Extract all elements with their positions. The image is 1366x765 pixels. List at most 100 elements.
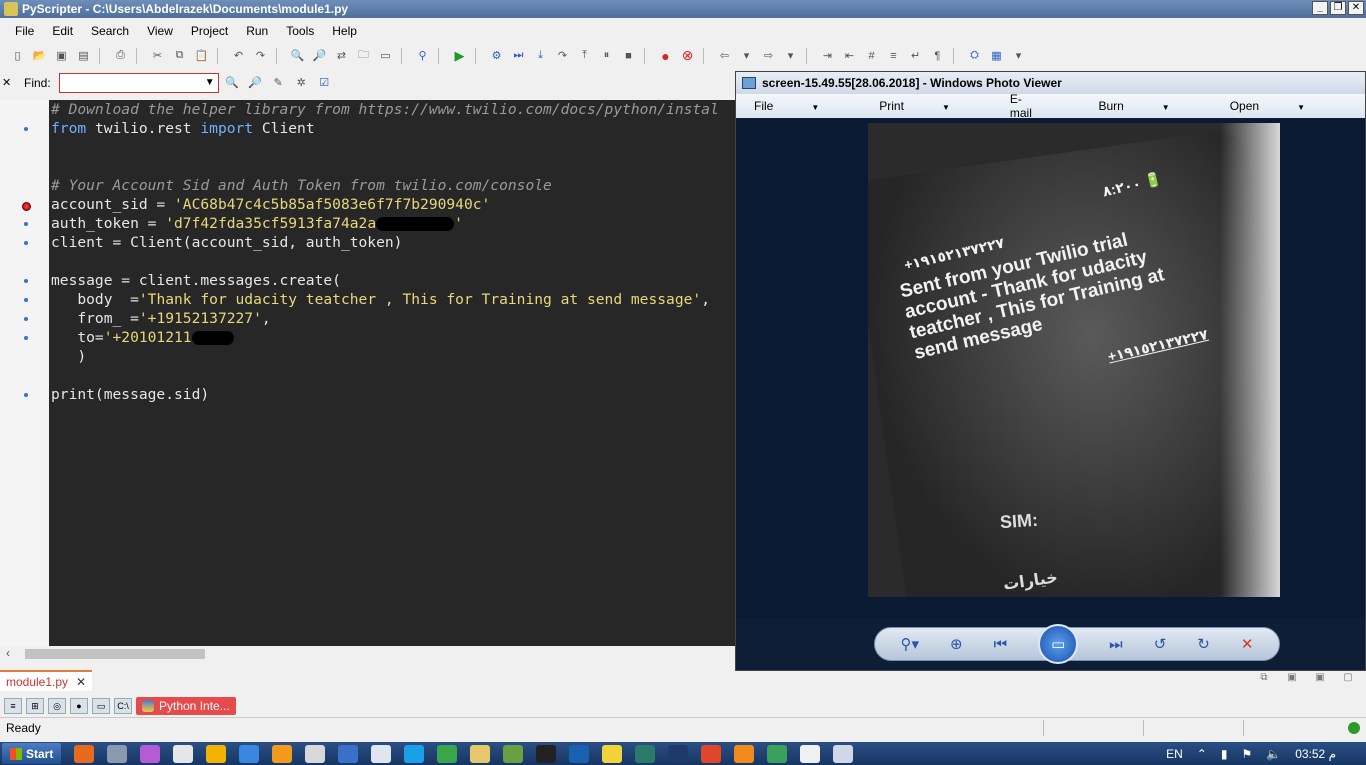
viewer-menu-burn[interactable]: Burn ▼ bbox=[1098, 99, 1199, 113]
forward-icon[interactable]: ⇨ bbox=[759, 47, 778, 65]
start-button[interactable]: Start bbox=[2, 743, 62, 764]
app-icon[interactable] bbox=[239, 744, 260, 763]
app-icon[interactable] bbox=[767, 744, 788, 763]
step-into-icon[interactable]: ⤓ bbox=[531, 47, 550, 65]
app-icon[interactable] bbox=[272, 744, 293, 763]
debug-icon[interactable]: ⚙ bbox=[487, 47, 506, 65]
variables-icon[interactable]: ⊞ bbox=[26, 698, 44, 714]
find-next-icon[interactable]: 🔎 bbox=[310, 47, 329, 65]
previous-icon[interactable]: ⏮ bbox=[994, 636, 1008, 653]
toggle-breakpoint-icon[interactable]: ● bbox=[656, 47, 675, 65]
app-icon[interactable] bbox=[206, 744, 227, 763]
output-icon[interactable]: ▭ bbox=[92, 698, 110, 714]
step-over-icon[interactable]: ↷ bbox=[553, 47, 572, 65]
app-icon[interactable] bbox=[107, 744, 128, 763]
photoshop-icon[interactable] bbox=[668, 744, 689, 763]
highlight-icon[interactable]: ✎ bbox=[269, 74, 288, 92]
help-icon[interactable]: ⚲ bbox=[413, 47, 432, 65]
special-chars-icon[interactable]: ¶ bbox=[928, 47, 947, 65]
dock-icon[interactable]: ▣ bbox=[1310, 672, 1330, 688]
rotate-right-icon[interactable]: ↻ bbox=[1197, 635, 1210, 653]
paste-icon[interactable]: 📋 bbox=[192, 47, 211, 65]
code-line[interactable]: account_sid = 'AC68b47c4c5b85af5083e6f7f… bbox=[51, 195, 736, 214]
abort-icon[interactable]: ■ bbox=[619, 47, 638, 65]
code-line[interactable] bbox=[51, 138, 736, 157]
save-icon[interactable]: ▣ bbox=[52, 47, 71, 65]
pause-icon[interactable]: ⏸ bbox=[597, 47, 616, 65]
find-input[interactable]: ▼ bbox=[58, 72, 219, 93]
app-icon[interactable] bbox=[173, 744, 194, 763]
app-icon[interactable] bbox=[338, 744, 359, 763]
print-icon[interactable]: ⎙ bbox=[111, 47, 130, 65]
close-find-icon[interactable]: ✕ bbox=[2, 76, 12, 89]
find-icon[interactable]: 🔍 bbox=[288, 47, 307, 65]
close-button[interactable]: ✕ bbox=[1348, 1, 1364, 15]
skype-icon[interactable] bbox=[404, 744, 425, 763]
layout-icon[interactable]: ▦ bbox=[987, 47, 1006, 65]
comment-icon[interactable]: # bbox=[862, 47, 881, 65]
viewer-menu-email[interactable]: E-mail bbox=[1010, 92, 1069, 120]
menu-project[interactable]: Project bbox=[184, 22, 235, 40]
menu-edit[interactable]: Edit bbox=[45, 22, 80, 40]
menu-help[interactable]: Help bbox=[325, 22, 364, 40]
photo-viewer-taskbar-icon[interactable] bbox=[833, 744, 854, 763]
clock[interactable]: 03:52 م bbox=[1295, 747, 1336, 761]
new-file-icon[interactable]: ▯ bbox=[8, 47, 27, 65]
dock-icon[interactable]: ▣ bbox=[1282, 672, 1302, 688]
app-icon[interactable] bbox=[140, 744, 161, 763]
code-line[interactable]: client = Client(account_sid, auth_token) bbox=[51, 233, 736, 252]
breakpoint-icon[interactable] bbox=[22, 202, 31, 211]
run-icon[interactable]: ▶ bbox=[450, 47, 469, 65]
menu-search[interactable]: Search bbox=[84, 22, 136, 40]
find-next-icon[interactable]: 🔎 bbox=[246, 74, 265, 92]
code-line[interactable]: to='+20101211 bbox=[51, 328, 736, 347]
code-line[interactable]: auth_token = 'd7f42fda35cf5913fa74a2a ' bbox=[51, 214, 736, 233]
python-icon[interactable]: ⛭ bbox=[965, 47, 984, 65]
restore-button[interactable]: ❐ bbox=[1330, 1, 1346, 15]
cmd-icon[interactable] bbox=[536, 744, 557, 763]
code-area[interactable]: # Download the helper library from https… bbox=[49, 100, 736, 646]
back-dropdown-icon[interactable]: ▾ bbox=[737, 47, 756, 65]
layout-dropdown-icon[interactable]: ▾ bbox=[1009, 47, 1028, 65]
chevron-down-icon[interactable]: ▼ bbox=[205, 77, 215, 88]
indent-icon[interactable]: ⇥ bbox=[818, 47, 837, 65]
code-line[interactable]: body ='Thank for udacity teatcher , This… bbox=[51, 290, 736, 309]
close-tab-icon[interactable]: ✕ bbox=[76, 675, 86, 689]
menu-run[interactable]: Run bbox=[239, 22, 275, 40]
code-line[interactable]: # Download the helper library from https… bbox=[51, 100, 736, 119]
command-prompt-icon[interactable]: C:\ bbox=[114, 698, 132, 714]
code-line[interactable] bbox=[51, 252, 736, 271]
find-in-files-icon[interactable]: 🗀 bbox=[354, 47, 373, 65]
menu-tools[interactable]: Tools bbox=[279, 22, 321, 40]
code-line[interactable] bbox=[51, 366, 736, 385]
layout-icon[interactable]: ⧉ bbox=[1254, 672, 1274, 688]
app-icon[interactable] bbox=[800, 744, 821, 763]
explorer-icon[interactable] bbox=[470, 744, 491, 763]
rotate-left-icon[interactable]: ↺ bbox=[1154, 635, 1167, 653]
viewer-menu-file[interactable]: File ▼ bbox=[754, 99, 849, 113]
undo-icon[interactable]: ↶ bbox=[229, 47, 248, 65]
code-editor[interactable]: # Download the helper library from https… bbox=[0, 100, 736, 646]
open-folder-icon[interactable]: 📂 bbox=[30, 47, 49, 65]
code-line[interactable]: from twilio.rest import Client bbox=[51, 119, 736, 138]
notepad-icon[interactable] bbox=[371, 744, 392, 763]
python-icon[interactable] bbox=[602, 744, 623, 763]
cut-icon[interactable]: ✂ bbox=[148, 47, 167, 65]
tab-module1[interactable]: module1.py ✕ bbox=[0, 670, 92, 691]
viewer-menu-print[interactable]: Print ▼ bbox=[879, 99, 980, 113]
breakpoints-icon[interactable]: ● bbox=[70, 698, 88, 714]
menu-file[interactable]: File bbox=[8, 22, 41, 40]
viewer-menu-open[interactable]: Open ▼ bbox=[1230, 99, 1335, 113]
next-icon[interactable]: ⏭ bbox=[1109, 636, 1123, 653]
chrome-icon[interactable] bbox=[437, 744, 458, 763]
zoom-icon[interactable]: ⚲▾ bbox=[901, 635, 920, 653]
code-line[interactable]: ) bbox=[51, 347, 736, 366]
editor-gutter[interactable] bbox=[0, 100, 49, 646]
slideshow-button[interactable]: ▭ bbox=[1038, 624, 1079, 664]
firefox-icon[interactable] bbox=[74, 744, 95, 763]
app-icon[interactable] bbox=[701, 744, 722, 763]
code-line[interactable]: # Your Account Sid and Auth Token from t… bbox=[51, 176, 736, 195]
delete-icon[interactable]: ✕ bbox=[1241, 635, 1254, 653]
back-icon[interactable]: ⇦ bbox=[715, 47, 734, 65]
network-icon[interactable]: ▮ bbox=[1221, 747, 1228, 761]
